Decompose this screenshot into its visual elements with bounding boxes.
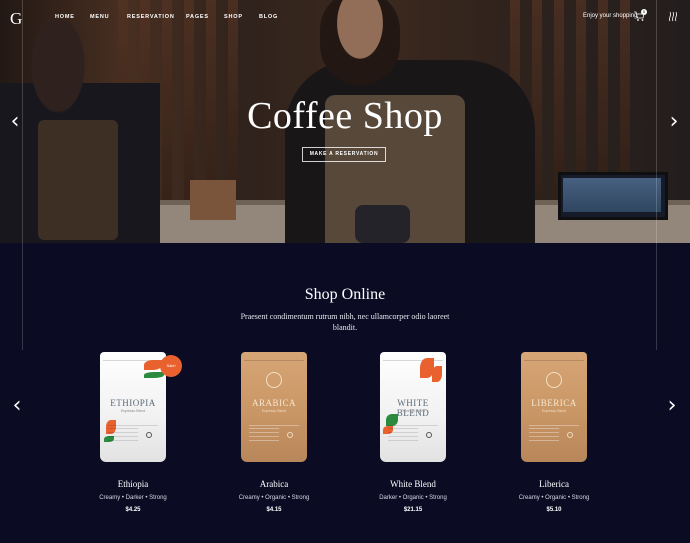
- product-price: $4.15: [266, 507, 282, 513]
- product-tags: Creamy • Darker • Strong: [99, 495, 167, 501]
- product-card[interactable]: LIBERICA Espresso Blend Liberica Creamy …: [499, 352, 609, 513]
- product-name[interactable]: Arabica: [219, 479, 329, 489]
- make-reservation-button[interactable]: MAKE A RESERVATION: [302, 147, 386, 162]
- logo[interactable]: G: [10, 9, 22, 29]
- nav-blog[interactable]: BLOG: [259, 14, 278, 20]
- nav-shop[interactable]: SHOP: [224, 14, 243, 20]
- bag-subtitle: Espresso Blend: [541, 409, 567, 413]
- bag-subtitle: Espresso Blend: [400, 409, 426, 413]
- bag-title: ARABICA: [251, 398, 296, 408]
- bag-title: ETHIOPIA: [110, 398, 156, 408]
- bag-mark: [567, 432, 573, 438]
- bag-zip: [244, 360, 304, 361]
- bag-lines: [388, 428, 418, 442]
- cart-count-badge: 0: [641, 9, 647, 15]
- bag-mark: [146, 432, 152, 438]
- arrow-right-icon[interactable]: ›: [665, 392, 679, 420]
- nav-menu[interactable]: MENU: [90, 14, 109, 20]
- product-name[interactable]: White Blend: [358, 479, 468, 489]
- bag-lines: [249, 428, 279, 442]
- bag-lines: [108, 428, 138, 442]
- shop-subtitle: Praesent condimentum rutrum nibh, nec ul…: [240, 312, 450, 332]
- bag-lines: [529, 428, 559, 442]
- bag-title: LIBERICA: [531, 398, 577, 408]
- product-bag[interactable]: LIBERICA Espresso Blend: [521, 352, 587, 462]
- leaf-decor: [432, 366, 442, 382]
- product-bag[interactable]: WHITE BLEND Espresso Blend: [380, 352, 446, 462]
- leaf-decor: [144, 372, 164, 378]
- enjoy-shopping-text: Enjoy your shopping: [583, 13, 638, 19]
- product-card[interactable]: WHITE BLEND Espresso Blend White Blend D…: [358, 352, 468, 513]
- nav-reservation[interactable]: RESERVATION: [127, 14, 175, 20]
- bag-title: WHITE BLEND: [396, 398, 430, 418]
- product-price: $4.25: [125, 507, 141, 513]
- product-tags: Darker • Organic • Strong: [379, 495, 447, 501]
- shop-title: Shop Online: [304, 286, 386, 303]
- sale-badge: Sale!: [160, 355, 182, 377]
- steam-icon[interactable]: [667, 10, 679, 22]
- product-price: $21.15: [403, 507, 423, 513]
- product-card[interactable]: ARABICA Espresso Blend Arabica Creamy • …: [219, 352, 329, 513]
- bag-emblem: [546, 372, 562, 388]
- bag-subtitle: Espresso Blend: [261, 409, 287, 413]
- hero-title: Coffee Shop: [247, 95, 443, 137]
- arrow-left-icon[interactable]: ‹: [8, 108, 22, 136]
- product-bag[interactable]: ETHIOPIA Espresso Blend: [100, 352, 166, 462]
- bag-mark: [426, 432, 432, 438]
- product-name[interactable]: Ethiopia: [78, 479, 188, 489]
- arrow-left-icon[interactable]: ‹: [10, 392, 24, 420]
- bag-emblem: [266, 372, 282, 388]
- product-bag[interactable]: ARABICA Espresso Blend: [241, 352, 307, 462]
- bag-subtitle: Espresso Blend: [120, 409, 146, 413]
- product-tags: Creamy • Organic • Strong: [238, 495, 310, 501]
- product-tags: Creamy • Organic • Strong: [518, 495, 590, 501]
- nav-home[interactable]: HOME: [55, 14, 75, 20]
- product-price: $5.10: [546, 507, 562, 513]
- bag-zip: [524, 360, 584, 361]
- nav-pages[interactable]: PAGES: [186, 14, 209, 20]
- bag-zip: [383, 360, 443, 361]
- bag-mark: [287, 432, 293, 438]
- product-name[interactable]: Liberica: [499, 479, 609, 489]
- arrow-right-icon[interactable]: ›: [667, 108, 681, 136]
